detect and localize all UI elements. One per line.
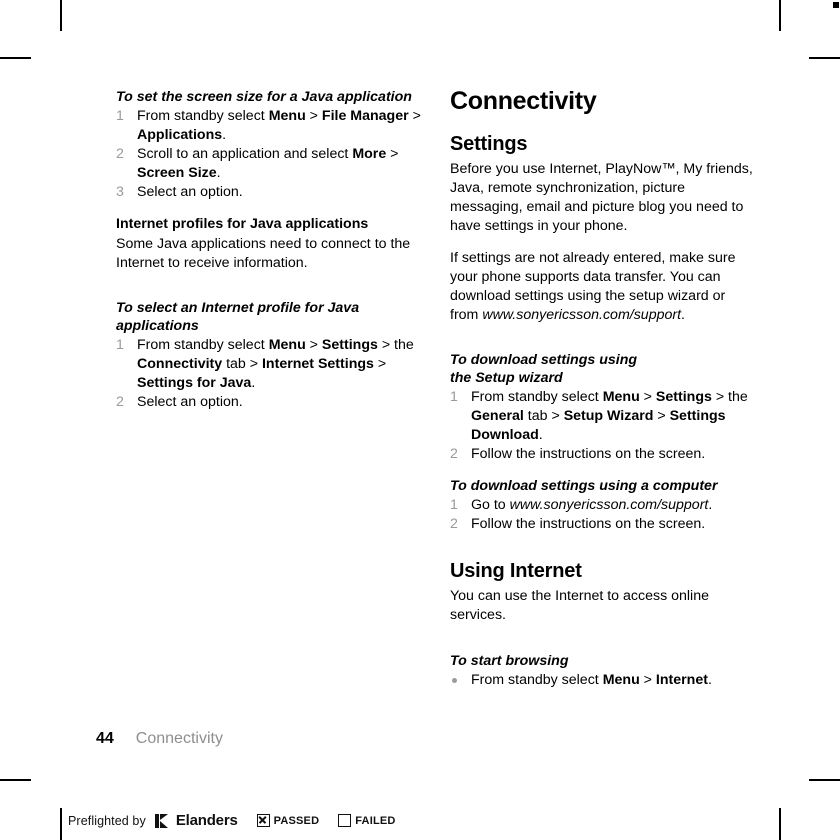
step-item: 2 Follow the instructions on the screen. <box>450 445 757 464</box>
task-start-browsing: To start browsing From standby select Me… <box>450 652 757 690</box>
task-heading: To set the screen size for a Java applic… <box>116 89 412 105</box>
manual-page: To set the screen size for a Java applic… <box>0 0 840 840</box>
task-heading: To select an Internet profile for Java a… <box>116 299 360 334</box>
step-list: 1 From standby select Menu > Settings > t… <box>450 388 757 464</box>
preflight-passed-label: PASSED <box>273 814 320 827</box>
task-download-settings-wizard: To download settings using the Setup wiza… <box>450 351 757 464</box>
step-text: Scroll to an application and select More… <box>137 146 399 182</box>
step-text: Select an option. <box>137 394 243 410</box>
preflight-failed-checkbox: FAILED <box>338 814 395 827</box>
step-number: 1 <box>116 336 124 353</box>
step-number: 3 <box>116 184 124 201</box>
section-heading: Using Internet <box>450 560 582 583</box>
section-using-internet: Using Internet You can use the Internet … <box>450 560 757 625</box>
step-number: 2 <box>450 446 458 463</box>
task-heading: To start browsing <box>450 652 569 669</box>
bullet-list: From standby select Menu > Internet. <box>450 671 757 690</box>
section-internet-profiles: Internet profiles for Java applications … <box>116 215 423 272</box>
step-text: From standby select Menu > Settings > th… <box>137 336 414 391</box>
section-paragraph: You can use the Internet to access onlin… <box>450 588 709 624</box>
step-number: 1 <box>450 497 458 514</box>
step-list: 1 Go to www.sonyericsson.com/support. 2 Fol… <box>450 496 757 534</box>
section-heading: Internet profiles for Java applications <box>116 216 369 233</box>
step-number: 2 <box>450 516 458 533</box>
step-item: 1 From standby select Menu > Settings > t… <box>116 336 423 393</box>
checkbox-empty-icon <box>338 814 352 827</box>
step-item: 2 Follow the instructions on the screen. <box>450 515 757 534</box>
bullet-item: From standby select Menu > Internet. <box>450 671 757 690</box>
chapter-title: Connectivity <box>450 87 597 115</box>
elanders-logo-icon <box>154 813 168 828</box>
section-paragraph: Some Java applications need to connect t… <box>116 235 411 271</box>
step-text: From standby select Menu > Settings > th… <box>471 389 748 444</box>
step-text: Select an option. <box>137 184 243 201</box>
bullet-icon <box>452 677 457 683</box>
right-column: Connectivity Settings Before you use Int… <box>450 87 757 703</box>
section-heading: Settings <box>450 132 528 155</box>
step-list: 1 From standby select Menu > Settings > t… <box>116 336 423 412</box>
section-settings: Settings Before you use Internet, PlayNo… <box>450 133 757 325</box>
preflight-passed-checkbox: PASSED <box>256 814 320 827</box>
task-screen-size: To set the screen size for a Java applic… <box>116 88 423 202</box>
step-text: Follow the instructions on the screen. <box>471 446 706 463</box>
step-number: 1 <box>116 108 124 125</box>
step-number: 2 <box>116 394 124 410</box>
footer-section-name: Connectivity <box>135 730 223 747</box>
step-item: 1 From standby select Menu > Settings > t… <box>450 388 757 445</box>
bullet-text: From standby select Menu > Internet. <box>471 671 712 688</box>
preflight-prefix-label: Preflighted by <box>68 813 146 828</box>
step-text: From standby select Menu > File Manager … <box>137 108 421 144</box>
section-paragraph: If settings are not already entered, mak… <box>450 249 736 323</box>
page-number: 44 <box>96 730 114 747</box>
preflight-strip: Preflighted by Elanders PASSED FAILED <box>68 812 396 829</box>
step-number: 1 <box>450 389 458 406</box>
preflight-failed-label: FAILED <box>355 814 396 827</box>
step-item: 1 Go to www.sonyericsson.com/support. <box>450 496 757 515</box>
preflight-brand-label: Elanders <box>175 812 238 829</box>
task-download-settings-computer: To download settings using a computer 1G… <box>450 477 757 534</box>
step-number: 2 <box>116 146 124 163</box>
step-text: Go to www.sonyericsson.com/support. <box>471 497 713 514</box>
section-paragraph: Before you use Internet, PlayNow™, My fr… <box>450 160 753 234</box>
step-item: 1 From standby select Menu > File Manager… <box>116 107 423 145</box>
checkbox-checked-icon <box>256 814 270 827</box>
page-footer: 44 Connectivity <box>96 730 223 748</box>
step-list: 1 From standby select Menu > File Manager… <box>116 107 423 202</box>
step-item: 3 Select an option. <box>116 183 423 202</box>
step-item: 2 Select an option. <box>116 393 423 412</box>
left-column: To set the screen size for a Java applic… <box>116 88 423 425</box>
step-item: 2 Scroll to an application and select Mor… <box>116 145 423 183</box>
task-heading: To download settings using a computer <box>450 478 718 495</box>
task-heading: To download settings using the Setup wiza… <box>450 351 638 386</box>
task-select-internet-profile: To select an Internet profile for Java a… <box>116 299 423 412</box>
step-text: Follow the instructions on the screen. <box>471 516 706 533</box>
